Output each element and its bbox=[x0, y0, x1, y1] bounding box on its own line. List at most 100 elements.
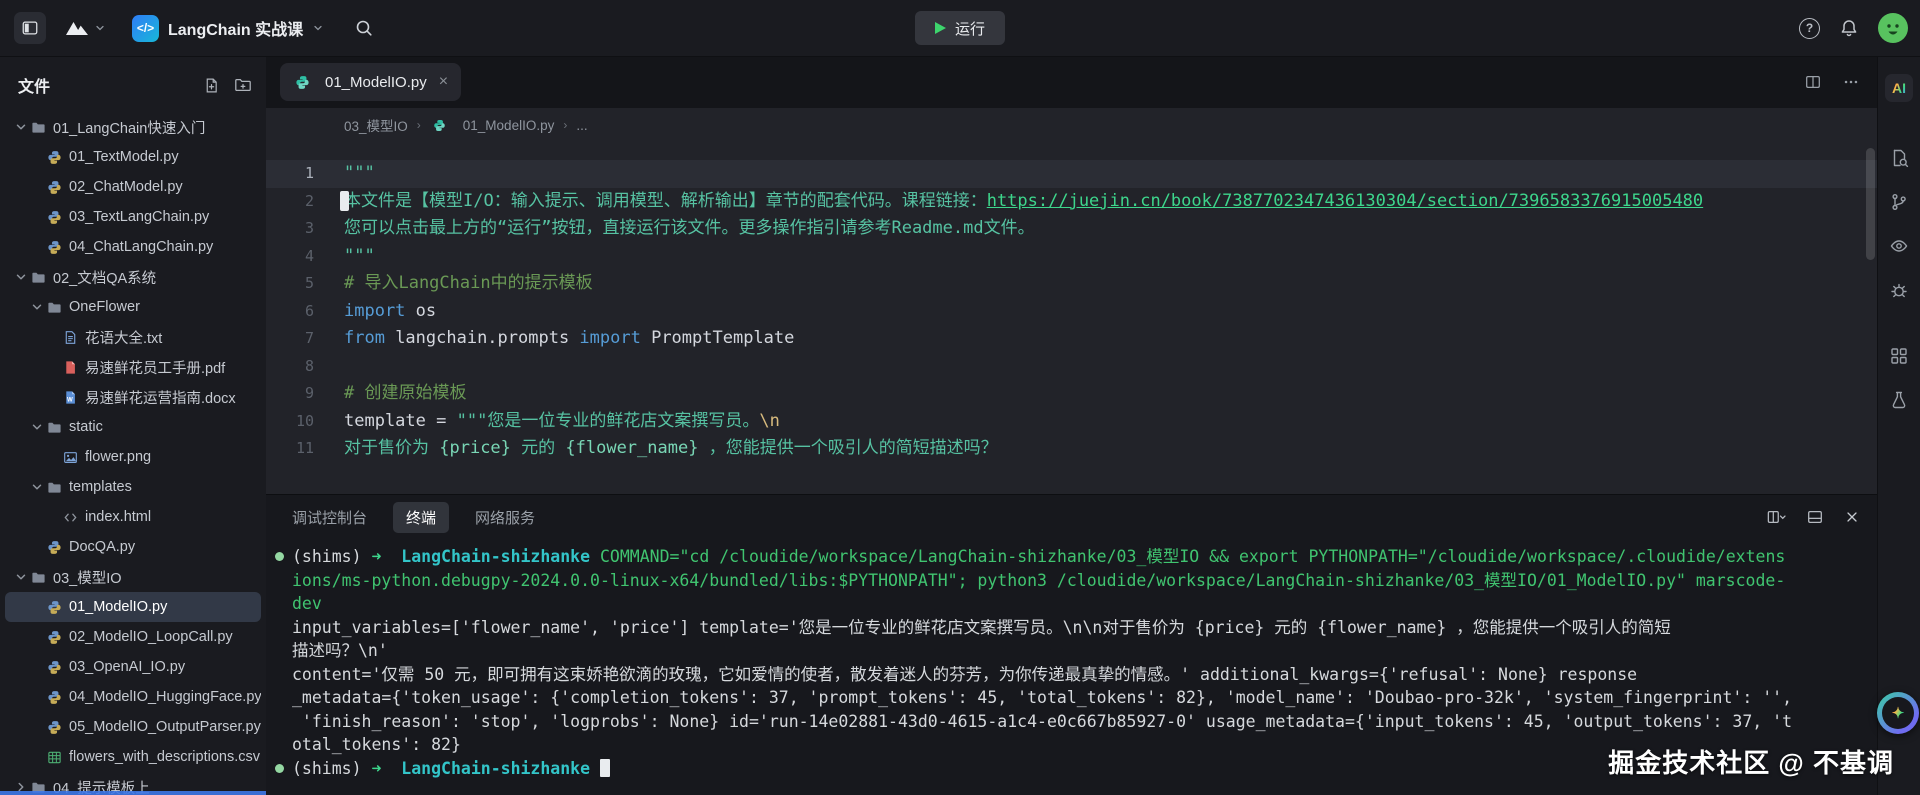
assistant-floating-badge[interactable]: ✦ bbox=[1877, 692, 1919, 734]
debug-icon[interactable] bbox=[1889, 280, 1909, 300]
panel-tab-debug-console[interactable]: 调试控制台 bbox=[292, 507, 367, 528]
tree-item[interactable]: 03_模型IO bbox=[5, 562, 261, 592]
editor-scrollbar[interactable] bbox=[1866, 148, 1875, 260]
panel-tab-network[interactable]: 网络服务 bbox=[475, 507, 535, 528]
right-toolbar: AI bbox=[1877, 56, 1920, 795]
tree-item[interactable]: static bbox=[5, 412, 261, 442]
csv-file-icon bbox=[45, 750, 64, 765]
new-folder-icon[interactable] bbox=[234, 76, 252, 94]
tree-item[interactable]: OneFlower bbox=[5, 292, 261, 322]
top-bar: </> LangChain 实战课 运行 ? bbox=[0, 0, 1920, 57]
line-number: 6 bbox=[266, 298, 314, 326]
extensions-icon[interactable] bbox=[1889, 346, 1909, 366]
project-switcher[interactable]: </> LangChain 实战课 bbox=[132, 15, 324, 42]
chevron-down-icon[interactable] bbox=[13, 120, 29, 134]
tree-item[interactable]: 04_ModelIO_HuggingFace.py bbox=[5, 682, 261, 712]
ide-logo[interactable] bbox=[64, 18, 106, 38]
tree-item[interactable]: 05_ModelIO_OutputParser.py bbox=[5, 712, 261, 742]
tree-item[interactable]: 易速鲜花员工手册.pdf bbox=[5, 352, 261, 382]
project-name: LangChain 实战课 bbox=[168, 16, 303, 40]
tree-item[interactable]: 01_TextModel.py bbox=[5, 142, 261, 172]
pdf-file-icon bbox=[61, 360, 80, 375]
tree-item[interactable]: 04_ChatLangChain.py bbox=[5, 232, 261, 262]
close-icon[interactable] bbox=[1844, 509, 1860, 525]
tree-item[interactable]: 01_LangChain快速入门 bbox=[5, 112, 261, 142]
chevron-down-icon[interactable] bbox=[29, 480, 45, 494]
code-text: from langchain.prompts import PromptTemp… bbox=[314, 325, 794, 353]
tree-item[interactable]: 02_ModelIO_LoopCall.py bbox=[5, 622, 261, 652]
split-terminal-icon[interactable] bbox=[1766, 508, 1786, 526]
html-file-icon bbox=[61, 510, 80, 525]
code-line[interactable]: 11对于售价为 {price} 元的 {flower_name} ，您能提供一个… bbox=[266, 435, 1878, 463]
tree-item[interactable]: 03_TextLangChain.py bbox=[5, 202, 261, 232]
breadcrumb: 03_模型IO › 01_ModelIO.py › ... bbox=[266, 108, 1878, 142]
avatar[interactable] bbox=[1878, 13, 1908, 43]
chevron-down-icon[interactable] bbox=[13, 570, 29, 584]
help-icon[interactable]: ? bbox=[1799, 18, 1820, 39]
tree-item[interactable]: 01_ModelIO.py bbox=[5, 592, 261, 622]
tree-item[interactable]: flower.png bbox=[5, 442, 261, 472]
panel-tab-terminal[interactable]: 终端 bbox=[393, 502, 449, 533]
tree-item[interactable]: templates bbox=[5, 472, 261, 502]
close-icon[interactable]: × bbox=[439, 74, 448, 90]
panel-layout-icon[interactable] bbox=[1806, 508, 1824, 526]
tree-item-label: flower.png bbox=[85, 449, 151, 465]
code-line[interactable]: 2本文件是【模型I/O：输入提示、调用模型、解析输出】章节的配套代码。课程链接：… bbox=[266, 188, 1878, 216]
code-text: 本文件是【模型I/O：输入提示、调用模型、解析输出】章节的配套代码。课程链接：h… bbox=[314, 188, 1703, 216]
folder-icon bbox=[29, 120, 48, 135]
code-line[interactable]: 3您可以点击最上方的“运行”按钮，直接运行该文件。更多操作指引请参考Readme… bbox=[266, 215, 1878, 243]
tree-item[interactable]: 花语大全.txt bbox=[5, 322, 261, 352]
tree-item-label: 03_OpenAI_IO.py bbox=[69, 659, 185, 675]
line-number: 7 bbox=[266, 325, 314, 353]
toggle-sidebar-button[interactable] bbox=[14, 12, 46, 44]
tree-item[interactable]: W易速鲜花运营指南.docx bbox=[5, 382, 261, 412]
code-line[interactable]: 7from langchain.prompts import PromptTem… bbox=[266, 325, 1878, 353]
python-file-icon bbox=[430, 119, 449, 132]
line-number: 8 bbox=[266, 353, 314, 381]
eye-icon[interactable] bbox=[1889, 236, 1909, 256]
tree-item[interactable]: 03_OpenAI_IO.py bbox=[5, 652, 261, 682]
tree-item[interactable]: 02_文档QA系统 bbox=[5, 262, 261, 292]
flask-icon[interactable] bbox=[1889, 390, 1909, 410]
command-status-indicator bbox=[275, 552, 284, 561]
tree-item[interactable]: DocQA.py bbox=[5, 532, 261, 562]
code-line[interactable]: 5# 导入LangChain中的提示模板 bbox=[266, 270, 1878, 298]
global-search-button[interactable] bbox=[354, 18, 374, 38]
file-explorer-title: 文件 bbox=[18, 73, 203, 97]
python-file-icon bbox=[45, 720, 64, 735]
python-file-icon bbox=[45, 180, 64, 195]
bell-icon[interactable] bbox=[1839, 18, 1859, 38]
tree-item[interactable]: flowers_with_descriptions.csv bbox=[5, 742, 261, 772]
python-file-icon bbox=[45, 150, 64, 165]
window-layout-icon bbox=[21, 19, 39, 37]
code-line[interactable]: 6import os bbox=[266, 298, 1878, 326]
split-editor-icon[interactable] bbox=[1804, 73, 1822, 91]
chevron-down-icon[interactable] bbox=[13, 270, 29, 284]
code-line[interactable]: 10template = """您是一位专业的鲜花店文案撰写员。\n bbox=[266, 408, 1878, 436]
code-line[interactable]: 8 bbox=[266, 353, 1878, 381]
tree-item[interactable]: index.html bbox=[5, 502, 261, 532]
editor-tab[interactable]: 01_ModelIO.py × bbox=[280, 63, 461, 101]
breadcrumb-folder[interactable]: 03_模型IO bbox=[344, 115, 408, 135]
breadcrumb-symbol[interactable]: ... bbox=[576, 118, 587, 133]
file-search-icon[interactable] bbox=[1889, 148, 1909, 168]
command-status-indicator bbox=[275, 764, 284, 773]
code-line[interactable]: 1""" bbox=[266, 160, 1878, 188]
more-actions-icon[interactable] bbox=[1842, 73, 1860, 91]
tree-item[interactable]: 02_ChatModel.py bbox=[5, 172, 261, 202]
text-cursor bbox=[340, 191, 349, 211]
code-line[interactable]: 4""" bbox=[266, 243, 1878, 271]
new-file-icon[interactable] bbox=[203, 77, 220, 94]
folder-icon bbox=[45, 300, 64, 315]
ai-logo-icon[interactable]: AI bbox=[1885, 74, 1913, 102]
code-editor[interactable]: 1"""2本文件是【模型I/O：输入提示、调用模型、解析输出】章节的配套代码。课… bbox=[266, 142, 1878, 494]
chevron-down-icon[interactable] bbox=[29, 300, 45, 314]
breadcrumb-file[interactable]: 01_ModelIO.py bbox=[463, 118, 555, 133]
python-file-icon bbox=[45, 210, 64, 225]
line-number: 5 bbox=[266, 270, 314, 298]
source-control-icon[interactable] bbox=[1889, 192, 1909, 212]
chevron-down-icon[interactable] bbox=[29, 420, 45, 434]
python-file-icon bbox=[45, 660, 64, 675]
run-button[interactable]: 运行 bbox=[915, 11, 1005, 45]
code-line[interactable]: 9# 创建原始模板 bbox=[266, 380, 1878, 408]
